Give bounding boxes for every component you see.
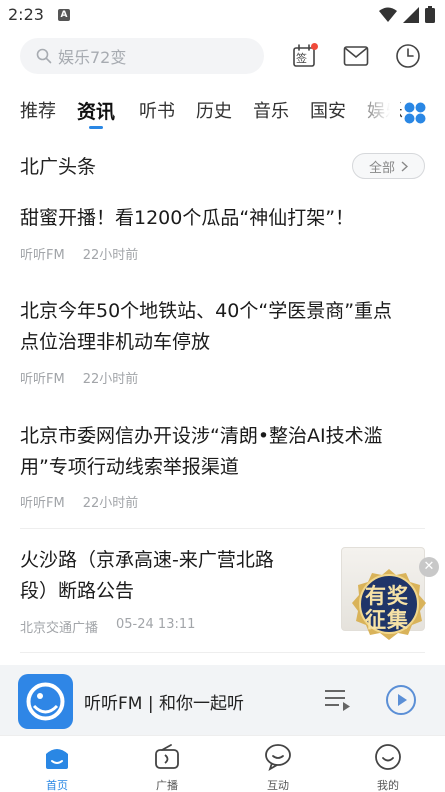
news-title-line1: 北京今年50个地铁站、40个“学医景商”重点 <box>20 300 393 322</box>
wifi-icon <box>379 7 397 22</box>
top-bar: 娱乐72变 签 <box>0 36 445 78</box>
promo-badge[interactable]: 有奖 征集 <box>350 567 428 643</box>
chevron-right-icon <box>401 160 408 172</box>
mini-player[interactable]: 听听FM | 和你一起听 <box>0 665 445 735</box>
nav-interact-label: 互动 <box>267 779 289 792</box>
close-icon[interactable]: ✕ <box>419 557 439 577</box>
profile-icon <box>375 744 401 770</box>
search-placeholder: 娱乐72变 <box>58 48 127 67</box>
news-meta: 听听FM 22小时前 <box>20 368 138 387</box>
tab-news[interactable]: 资讯 <box>77 97 115 124</box>
news-source: 听听FM <box>20 372 65 387</box>
nav-profile-label: 我的 <box>377 779 399 792</box>
nav-radio-label: 广播 <box>156 779 178 792</box>
chat-bubble-icon <box>265 744 291 771</box>
bottom-nav: 首页 广播 互动 我的 <box>0 735 445 792</box>
news-source: 北京交通广播 <box>20 621 99 636</box>
mail-icon <box>343 46 369 66</box>
nav-radio[interactable]: 广播 <box>137 743 197 792</box>
status-time: 2:23 <box>8 5 44 24</box>
news-source: 听听FM <box>20 248 65 263</box>
news-time: 05-24 13:11 <box>116 617 196 632</box>
view-all-label: 全部 <box>368 160 395 176</box>
promo-line2: 征集 <box>365 608 409 632</box>
player-title: 听听FM | 和你一起听 <box>84 694 244 714</box>
more-categories-icon[interactable] <box>402 100 428 126</box>
signal-icon <box>403 6 419 23</box>
notification-icon: A <box>58 9 70 21</box>
tab-guoan[interactable]: 国安 <box>310 97 346 123</box>
tab-audiobooks[interactable]: 听书 <box>139 97 175 123</box>
view-all-button[interactable]: 全部 <box>352 153 425 179</box>
station-logo <box>18 674 73 729</box>
news-meta: 听听FM 22小时前 <box>20 492 138 511</box>
news-time: 22小时前 <box>82 496 139 511</box>
nav-interact[interactable]: 互动 <box>248 743 308 792</box>
nav-home[interactable]: 首页 <box>27 743 87 792</box>
news-title-line2: 用”专项行动线索举报渠道 <box>20 456 239 478</box>
news-time: 22小时前 <box>82 248 139 263</box>
search-icon <box>36 48 52 64</box>
status-bar: 2:23 A <box>0 0 445 30</box>
news-meta: 听听FM 22小时前 <box>20 244 138 263</box>
news-title-line1: 北京市委网信办开设涉“清朗•整治AI技术滥 <box>20 425 383 447</box>
home-icon <box>46 749 68 769</box>
tingting-logo-icon <box>26 682 65 721</box>
history-button[interactable] <box>392 40 424 72</box>
divider <box>20 652 425 653</box>
news-title-line2: 点位治理非机动车停放 <box>20 331 211 353</box>
tab-music[interactable]: 音乐 <box>253 97 289 123</box>
battery-icon <box>425 6 435 23</box>
tab-recommend[interactable]: 推荐 <box>20 97 56 123</box>
news-meta: 北京交通广播 05-24 13:11 <box>20 617 195 636</box>
news-title-line1: 火沙路（京承高速-来广营北路 <box>20 549 274 571</box>
checkin-label: 签 <box>296 52 307 65</box>
category-tabs: 推荐 资讯 听书 历史 音乐 国安 娱乐 <box>0 92 445 132</box>
news-time: 22小时前 <box>82 372 139 387</box>
checkin-button[interactable]: 签 <box>288 40 320 72</box>
nav-profile[interactable]: 我的 <box>358 743 418 792</box>
active-tab-indicator <box>89 126 103 129</box>
mail-button[interactable] <box>340 40 372 72</box>
news-title: 甜蜜开播！看1200个瓜品“神仙打架”！ <box>20 207 355 229</box>
tabs-fade <box>350 92 400 132</box>
playlist-icon[interactable] <box>323 687 351 713</box>
play-icon[interactable] <box>385 684 417 716</box>
radio-icon <box>155 744 179 769</box>
news-title-line2: 段）断路公告 <box>20 580 135 602</box>
nav-home-label: 首页 <box>46 779 68 792</box>
divider <box>20 528 425 529</box>
search-input[interactable]: 娱乐72变 <box>20 38 264 74</box>
status-icons <box>379 6 435 23</box>
clock-icon <box>396 44 420 68</box>
tab-history[interactable]: 历史 <box>196 97 232 123</box>
section-title: 北广头条 <box>20 156 97 178</box>
news-source: 听听FM <box>20 496 65 511</box>
